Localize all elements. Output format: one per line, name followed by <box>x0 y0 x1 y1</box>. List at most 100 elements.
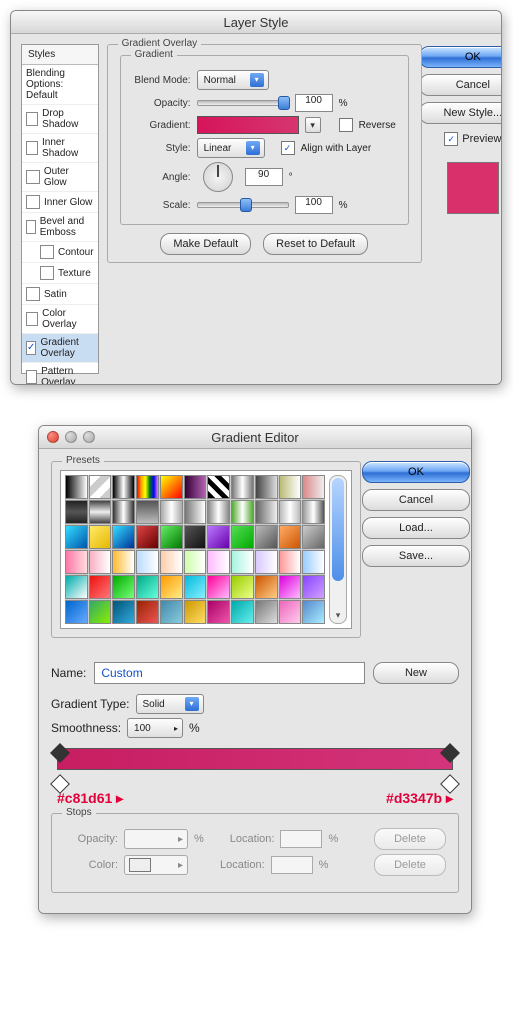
style-row-color-overlay[interactable]: Color Overlay <box>22 305 98 334</box>
reset-default-button[interactable]: Reset to Default <box>263 233 368 255</box>
preset-swatch[interactable] <box>136 500 159 524</box>
preset-swatch[interactable] <box>231 600 254 624</box>
scale-input[interactable]: 100 <box>295 196 333 214</box>
opacity-input[interactable]: 100 <box>295 94 333 112</box>
preset-swatch[interactable] <box>279 500 302 524</box>
preset-swatch[interactable] <box>160 550 183 574</box>
preset-swatch[interactable] <box>231 475 254 499</box>
preset-swatch[interactable] <box>302 525 325 549</box>
ok-button[interactable]: OK <box>362 461 470 483</box>
preset-swatch[interactable] <box>112 550 135 574</box>
preset-swatch[interactable] <box>255 600 278 624</box>
preset-swatch[interactable] <box>302 600 325 624</box>
preset-swatch[interactable] <box>302 500 325 524</box>
preset-swatch[interactable] <box>207 525 230 549</box>
preview-checkbox[interactable] <box>444 132 458 146</box>
style-select[interactable]: Linear ▾ <box>197 138 265 158</box>
style-row-inner-shadow[interactable]: Inner Shadow <box>22 134 98 163</box>
style-row-inner-glow[interactable]: Inner Glow <box>22 192 98 213</box>
checkbox[interactable] <box>26 195 40 209</box>
checkbox[interactable] <box>40 266 54 280</box>
preset-swatch[interactable] <box>112 475 135 499</box>
preset-swatch[interactable] <box>65 475 88 499</box>
preset-swatch[interactable] <box>279 525 302 549</box>
preset-swatch[interactable] <box>184 500 207 524</box>
scrollbar[interactable]: ▾ <box>329 475 347 624</box>
preset-swatch[interactable] <box>112 500 135 524</box>
gradient-swatch[interactable] <box>197 116 299 134</box>
load-button[interactable]: Load... <box>362 517 470 539</box>
preset-swatch[interactable] <box>207 550 230 574</box>
preset-swatch[interactable] <box>160 575 183 599</box>
preset-swatch[interactable] <box>136 600 159 624</box>
style-row-bevel-and-emboss[interactable]: Bevel and Emboss <box>22 213 98 242</box>
preset-swatch[interactable] <box>89 600 112 624</box>
save-button[interactable]: Save... <box>362 545 470 567</box>
preset-swatch[interactable] <box>231 525 254 549</box>
ok-button[interactable]: OK <box>419 46 502 68</box>
preset-swatch[interactable] <box>255 550 278 574</box>
style-row-gradient-overlay[interactable]: Gradient Overlay <box>22 334 98 363</box>
gradient-type-select[interactable]: Solid ▾ <box>136 694 204 714</box>
style-row-satin[interactable]: Satin <box>22 284 98 305</box>
preset-swatch[interactable] <box>65 600 88 624</box>
preset-swatch[interactable] <box>160 475 183 499</box>
style-row-contour[interactable]: Contour <box>22 242 98 263</box>
preset-swatch[interactable] <box>207 500 230 524</box>
preset-swatch[interactable] <box>136 575 159 599</box>
checkbox[interactable] <box>26 312 38 326</box>
preset-swatch[interactable] <box>231 575 254 599</box>
preset-swatch[interactable] <box>112 525 135 549</box>
angle-input[interactable]: 90 <box>245 168 283 186</box>
preset-swatch[interactable] <box>112 575 135 599</box>
style-row-texture[interactable]: Texture <box>22 263 98 284</box>
smoothness-input[interactable]: 100 ▸ <box>127 718 183 738</box>
preset-swatch[interactable] <box>89 550 112 574</box>
chevron-down-icon[interactable]: ▾ <box>305 117 321 133</box>
preset-swatch[interactable] <box>279 550 302 574</box>
angle-dial[interactable] <box>203 162 233 192</box>
checkbox[interactable] <box>26 341 36 355</box>
preset-swatch[interactable] <box>302 575 325 599</box>
preset-swatch[interactable] <box>184 525 207 549</box>
preset-swatch[interactable] <box>184 575 207 599</box>
styles-header[interactable]: Styles <box>22 45 98 65</box>
checkbox[interactable] <box>26 370 37 384</box>
preset-swatch[interactable] <box>255 500 278 524</box>
scale-slider[interactable] <box>197 202 289 208</box>
minimize-icon[interactable] <box>65 431 77 443</box>
preset-swatch[interactable] <box>255 525 278 549</box>
preset-swatch[interactable] <box>184 550 207 574</box>
preset-swatch[interactable] <box>65 525 88 549</box>
preset-swatch[interactable] <box>302 475 325 499</box>
preset-swatch[interactable] <box>279 475 302 499</box>
preset-swatch[interactable] <box>160 600 183 624</box>
preset-swatch[interactable] <box>65 550 88 574</box>
reverse-checkbox[interactable] <box>339 118 353 132</box>
checkbox[interactable] <box>26 112 38 126</box>
checkbox[interactable] <box>26 141 38 155</box>
preset-swatch[interactable] <box>89 475 112 499</box>
style-row-outer-glow[interactable]: Outer Glow <box>22 163 98 192</box>
preset-swatch[interactable] <box>65 575 88 599</box>
style-row-pattern-overlay[interactable]: Pattern Overlay <box>22 363 98 385</box>
preset-swatch[interactable] <box>65 500 88 524</box>
checkbox[interactable] <box>40 245 54 259</box>
style-row-drop-shadow[interactable]: Drop Shadow <box>22 105 98 134</box>
preset-swatch[interactable] <box>255 475 278 499</box>
new-style-button[interactable]: New Style... <box>419 102 502 124</box>
preset-swatch[interactable] <box>160 525 183 549</box>
preset-swatch[interactable] <box>136 550 159 574</box>
titlebar[interactable]: Gradient Editor <box>39 426 471 449</box>
preset-swatch[interactable] <box>302 550 325 574</box>
checkbox[interactable] <box>26 170 40 184</box>
preset-swatch[interactable] <box>279 575 302 599</box>
new-button[interactable]: New <box>373 662 459 684</box>
preset-swatch[interactable] <box>112 600 135 624</box>
scroll-thumb[interactable] <box>332 478 344 581</box>
name-input[interactable] <box>94 662 365 684</box>
blending-options-row[interactable]: Blending Options: Default <box>22 65 98 105</box>
preset-swatch[interactable] <box>136 475 159 499</box>
preset-swatch[interactable] <box>184 475 207 499</box>
close-icon[interactable] <box>47 431 59 443</box>
